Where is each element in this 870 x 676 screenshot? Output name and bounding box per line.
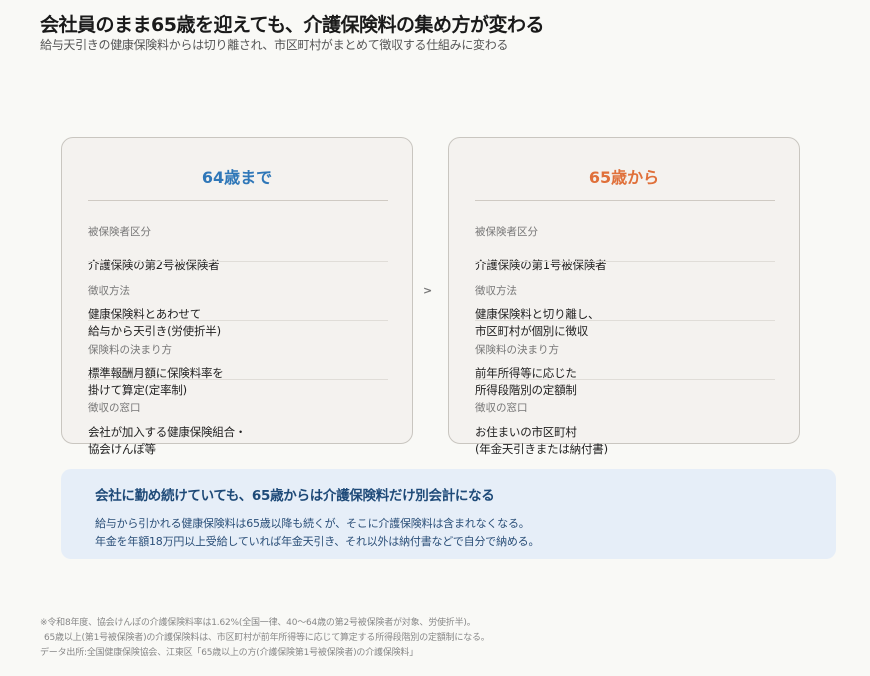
row-divider (88, 320, 388, 321)
value-line: 会社が加入する健康保険組合・ (88, 425, 247, 439)
value-premium-basis: 標準報酬月額に保険料率を 掛けて算定(定率制) (88, 365, 224, 399)
value-line: 介護保険の第2号被保険者 (88, 258, 220, 272)
label-insured-category: 被保険者区分 (88, 226, 151, 238)
row-divider (88, 379, 388, 380)
heading-divider (475, 200, 775, 201)
footnote: ※令和8年度、協会けんぽの介護保険料率は1.62%(全国一律、40〜64歳の第2… (40, 618, 476, 628)
value-insured-category: 介護保険の第2号被保険者 (88, 257, 220, 274)
heading-divider (88, 200, 388, 201)
value-line: 所得段階別の定額制 (475, 383, 577, 397)
value-line: 掛けて算定(定率制) (88, 383, 187, 397)
value-line: (年金天引きまたは納付書) (475, 442, 608, 456)
label-premium-basis: 保険料の決まり方 (475, 344, 559, 356)
value-collection-office: お住まいの市区町村 (年金天引きまたは納付書) (475, 424, 608, 458)
arrow-right-icon: > (423, 284, 433, 297)
row-divider (475, 261, 775, 262)
data-source-note: データ出所:全国健康保険協会、江東区「65歳以上の方(介護保険第1号被保険者)の… (40, 648, 419, 658)
value-line: お住まいの市区町村 (475, 425, 577, 439)
summary-callout: 会社に勤め続けていても、65歳からは介護保険料だけ別会計になる 給与から引かれる… (61, 469, 836, 559)
value-insured-category: 介護保険の第1号被保険者 (475, 257, 607, 274)
value-collection-method: 健康保険料とあわせて 給与から天引き(労使折半) (88, 306, 221, 340)
callout-text: 給与から引かれる健康保険料は65歳以降も続くが、そこに介護保険料は含まれなくなる… (95, 517, 530, 530)
label-premium-basis: 保険料の決まり方 (88, 344, 172, 356)
card-heading: 64歳まで (201, 168, 273, 187)
page-title: 会社員のまま65歳を迎えても、介護保険料の集め方が変わる (40, 14, 544, 36)
callout-text: 年金を年額18万円以上受給していれば年金天引き、それ以外は納付書などで自分で納め… (95, 535, 540, 548)
card-heading: 65歳から (588, 168, 660, 187)
label-collection-method: 徴収方法 (88, 285, 130, 297)
label-collection-office: 徴収の窓口 (475, 402, 528, 414)
label-collection-method: 徴収方法 (475, 285, 517, 297)
value-collection-office: 会社が加入する健康保険組合・ 協会けんぽ等 (88, 424, 246, 458)
label-insured-category: 被保険者区分 (475, 226, 538, 238)
value-line: 給与から天引き(労使折半) (88, 324, 221, 338)
row-divider (88, 261, 388, 262)
value-line: 介護保険の第1号被保険者 (475, 258, 607, 272)
row-divider (475, 379, 775, 380)
value-premium-basis: 前年所得等に応じた 所得段階別の定額制 (475, 365, 577, 399)
card-65-and-over: 65歳から 被保険者区分 介護保険の第1号被保険者 徴収方法 健康保険料と切り離… (448, 137, 800, 456)
row-divider (475, 320, 775, 321)
footnote: 65歳以上(第1号被保険者)の介護保険料は、市区町村が前年所得等に応じて算定する… (44, 633, 490, 643)
label-collection-office: 徴収の窓口 (88, 402, 141, 414)
value-line: 協会けんぽ等 (88, 442, 156, 456)
value-line: 市区町村が個別に徴収 (475, 324, 588, 338)
value-collection-method: 健康保険料と切り離し、 市区町村が個別に徴収 (475, 306, 600, 340)
page-subtitle: 給与天引きの健康保険料からは切り離され、市区町村がまとめて徴収する仕組みに変わる (40, 38, 509, 52)
card-under-64: 64歳まで 被保険者区分 介護保険の第2号被保険者 徴収方法 健康保険料とあわせ… (61, 137, 413, 456)
callout-title: 会社に勤め続けていても、65歳からは介護保険料だけ別会計になる (95, 488, 495, 504)
